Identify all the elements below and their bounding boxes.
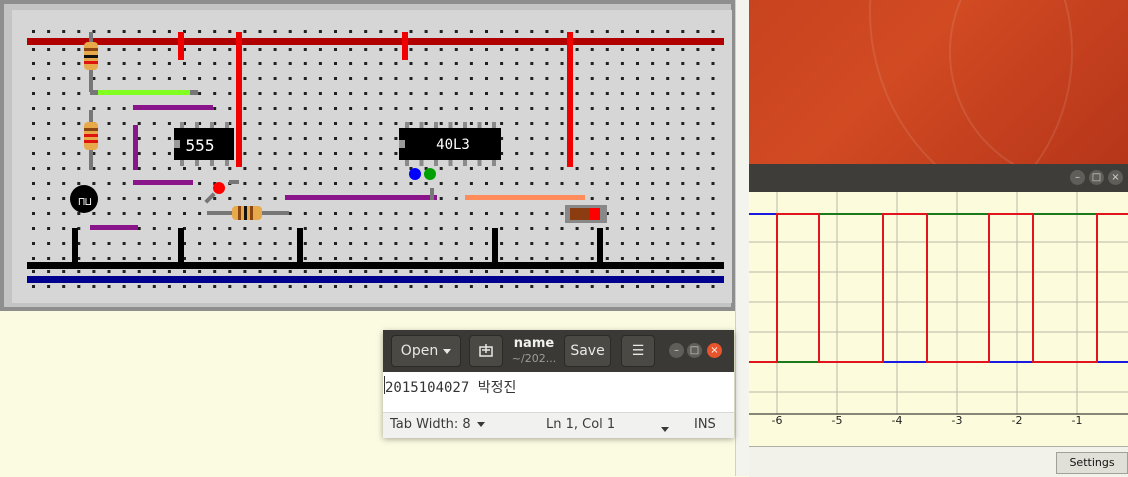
editor-statusbar: Tab Width: 8 Ln 1, Col 1 INS bbox=[383, 412, 734, 438]
wire-red-1[interactable] bbox=[178, 32, 184, 60]
resistor-2-band bbox=[84, 140, 98, 143]
resistor-2-band bbox=[84, 128, 98, 131]
x-tick-label: -6 bbox=[771, 414, 783, 427]
wire-red-3[interactable] bbox=[402, 32, 408, 60]
wire-purple-4[interactable] bbox=[285, 195, 437, 200]
minimize-icon[interactable]: – bbox=[669, 343, 684, 358]
window-divider bbox=[735, 0, 750, 476]
led-green[interactable] bbox=[424, 168, 436, 180]
resistor-1-band bbox=[84, 55, 98, 58]
led-lead bbox=[229, 180, 239, 184]
resistor-3-band bbox=[238, 206, 241, 220]
wire-purple-5[interactable] bbox=[90, 225, 138, 230]
wire-black-2[interactable] bbox=[178, 228, 184, 263]
resistor-3-band bbox=[244, 206, 247, 220]
breadboard-canvas[interactable]: 555 40L3 ⊓⊔ bbox=[0, 0, 735, 311]
wire-orange[interactable] bbox=[465, 195, 585, 200]
wire-purple-2[interactable] bbox=[133, 125, 138, 170]
power-rail-negative bbox=[27, 276, 724, 283]
power-rail-ground bbox=[27, 262, 724, 269]
chevron-down-icon bbox=[476, 422, 485, 427]
oscilloscope-titlebar: – □ × bbox=[749, 164, 1128, 192]
new-document-icon bbox=[479, 344, 493, 357]
power-rail-positive bbox=[27, 38, 724, 45]
close-icon[interactable]: × bbox=[1108, 170, 1123, 185]
text-editor-window: Open name ~/202... Save ☰ – □ × 20151040… bbox=[383, 330, 734, 438]
led-blue[interactable] bbox=[409, 168, 421, 180]
x-tick-label: -1 bbox=[1071, 414, 1083, 427]
resistor-3-band bbox=[250, 206, 253, 220]
wire-red-2[interactable] bbox=[236, 32, 242, 167]
wire-green[interactable] bbox=[90, 90, 196, 95]
chip-40l3-label: 40L3 bbox=[436, 137, 470, 153]
editor-headerbar: Open name ~/202... Save ☰ – □ × bbox=[383, 330, 734, 372]
switch-indicator bbox=[590, 208, 600, 220]
insert-mode-indicator: INS bbox=[694, 417, 716, 432]
cursor-position: Ln 1, Col 1 bbox=[546, 417, 616, 432]
document-path: ~/202... bbox=[511, 352, 557, 365]
maximize-icon[interactable]: □ bbox=[687, 343, 702, 358]
maximize-icon[interactable]: □ bbox=[1089, 170, 1104, 185]
oscilloscope-plot[interactable] bbox=[749, 192, 1128, 446]
settings-button[interactable]: Settings bbox=[1056, 452, 1128, 474]
open-button-label: Open bbox=[400, 343, 439, 359]
breadboard-surface bbox=[12, 10, 732, 303]
desktop-wallpaper bbox=[749, 0, 1128, 164]
tab-width-label: Tab Width: 8 bbox=[390, 417, 471, 432]
capacitor-icon: ⊓⊔ bbox=[78, 195, 91, 208]
x-tick-label: -4 bbox=[891, 414, 903, 427]
led-lead bbox=[430, 188, 434, 200]
chevron-down-icon[interactable] bbox=[661, 427, 669, 432]
document-title: name bbox=[513, 336, 555, 351]
new-document-button[interactable] bbox=[469, 335, 503, 367]
menu-button[interactable]: ☰ bbox=[621, 335, 655, 367]
editor-text-area[interactable]: 2015104027 박정진 bbox=[383, 372, 734, 412]
wire-end bbox=[90, 90, 98, 95]
breadboard-window: 555 40L3 ⊓⊔ bbox=[0, 0, 735, 311]
open-button[interactable]: Open bbox=[391, 335, 461, 367]
wire-black-4[interactable] bbox=[492, 228, 498, 263]
resistor-1-band bbox=[84, 61, 98, 64]
chevron-down-icon bbox=[443, 348, 452, 354]
oscilloscope-window: – □ × -6 -5 -4 -3 -2 -1 Settings bbox=[749, 164, 1128, 477]
tab-width-selector[interactable]: Tab Width: 8 bbox=[390, 417, 485, 432]
wire-red-4[interactable] bbox=[567, 32, 573, 167]
close-icon[interactable]: × bbox=[707, 343, 722, 358]
wire-end bbox=[190, 90, 198, 95]
chip-555[interactable]: 555 bbox=[174, 122, 234, 166]
x-tick-label: -3 bbox=[951, 414, 963, 427]
minimize-icon[interactable]: – bbox=[1070, 170, 1085, 185]
switch-body bbox=[570, 208, 590, 220]
wire-black-3[interactable] bbox=[297, 228, 303, 263]
wire-purple-1[interactable] bbox=[133, 105, 213, 110]
wire-black-5[interactable] bbox=[597, 228, 603, 263]
save-button[interactable]: Save bbox=[564, 335, 611, 367]
editor-line: 2015104027 박정진 bbox=[385, 380, 517, 396]
led-red[interactable] bbox=[213, 182, 225, 194]
hamburger-icon: ☰ bbox=[631, 343, 645, 359]
wire-purple-3[interactable] bbox=[133, 180, 193, 185]
resistor-2-band bbox=[84, 134, 98, 137]
wire-black-1[interactable] bbox=[72, 228, 78, 263]
oscilloscope-bottom-bar: Settings bbox=[749, 446, 1128, 477]
chip-40l3[interactable]: 40L3 bbox=[399, 122, 501, 166]
resistor-1-band bbox=[84, 48, 98, 51]
x-tick-label: -5 bbox=[831, 414, 843, 427]
x-tick-label: -2 bbox=[1011, 414, 1023, 427]
chip-555-label: 555 bbox=[186, 136, 215, 155]
